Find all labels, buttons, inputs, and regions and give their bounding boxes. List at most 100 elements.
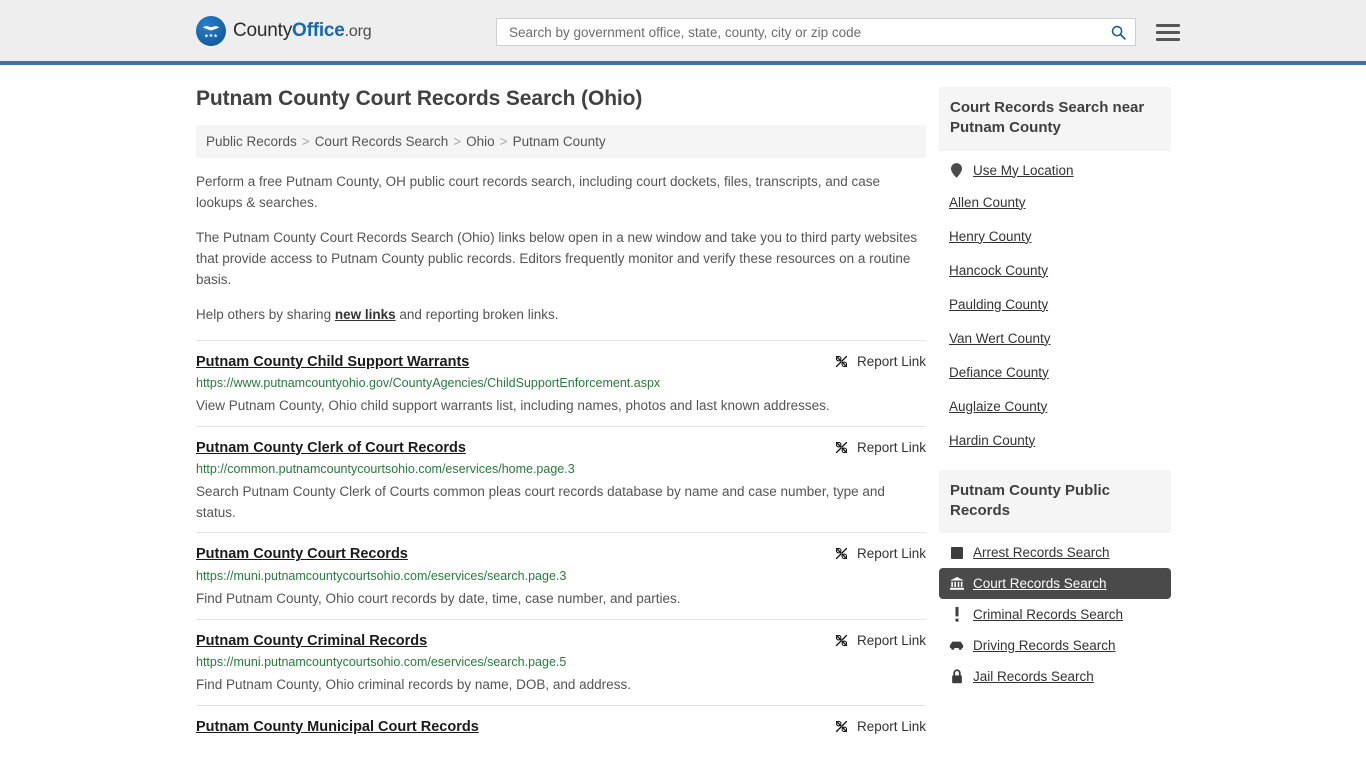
- report-link-label: Report Link: [857, 354, 926, 369]
- result-description: Find Putnam County, Ohio court records b…: [196, 589, 926, 610]
- result-title-link[interactable]: Putnam County Child Support Warrants: [196, 353, 469, 372]
- result-title-link[interactable]: Putnam County Municipal Court Records: [196, 718, 479, 737]
- intro-paragraph-3: Help others by sharing new links and rep…: [196, 305, 926, 326]
- sidebar-item-label: Driving Records Search: [973, 638, 1116, 653]
- county-link[interactable]: Defiance County: [949, 365, 1049, 380]
- sidebar-county-van-wert[interactable]: Van Wert County: [939, 322, 1171, 356]
- result-title-link[interactable]: Putnam County Criminal Records: [196, 632, 427, 651]
- lock-icon: [949, 669, 964, 684]
- sidebar-county-auglaize[interactable]: Auglaize County: [939, 390, 1171, 424]
- search-box[interactable]: [496, 18, 1136, 46]
- sidebar-item-label: Jail Records Search: [973, 669, 1094, 684]
- broken-link-icon: [834, 354, 849, 369]
- public-records-panel: Putnam County Public Records Arrest Reco…: [939, 470, 1171, 693]
- breadcrumb-item-ohio[interactable]: Ohio: [466, 134, 495, 149]
- sidebar-county-paulding[interactable]: Paulding County: [939, 288, 1171, 322]
- result-item: Putnam County Clerk of Court Records Rep…: [196, 426, 926, 533]
- page-body: Putnam County Court Records Search (Ohio…: [0, 65, 1366, 745]
- report-link-label: Report Link: [857, 633, 926, 648]
- result-url: https://muni.putnamcountycourtsohio.com/…: [196, 654, 926, 670]
- broken-link-icon: [834, 633, 849, 648]
- report-link-button[interactable]: Report Link: [834, 718, 926, 734]
- breadcrumb: Public Records > Court Records Search > Ohio…: [196, 125, 926, 158]
- intro-p3-after: and reporting broken links.: [396, 307, 559, 322]
- report-link-button[interactable]: Report Link: [834, 353, 926, 369]
- county-link[interactable]: Allen County: [949, 195, 1026, 210]
- use-my-location-label: Use My Location: [973, 163, 1074, 178]
- nearby-panel-heading: Court Records Search near Putnam County: [939, 87, 1171, 151]
- search-input[interactable]: [507, 24, 1110, 41]
- county-link[interactable]: Hancock County: [949, 263, 1048, 278]
- result-item: Putnam County Municipal Court Records Re…: [196, 705, 926, 746]
- report-link-button[interactable]: Report Link: [834, 632, 926, 648]
- sidebar-item-jail-records-search[interactable]: Jail Records Search: [939, 661, 1171, 692]
- new-links-link[interactable]: new links: [335, 307, 396, 322]
- county-link[interactable]: Paulding County: [949, 297, 1048, 312]
- result-description: Search Putnam County Clerk of Courts com…: [196, 482, 926, 524]
- hamburger-bar: [1156, 24, 1180, 27]
- hamburger-menu-icon[interactable]: [1156, 24, 1180, 41]
- report-link-label: Report Link: [857, 546, 926, 561]
- content-container: Putnam County Court Records Search (Ohio…: [196, 65, 1171, 745]
- breadcrumb-separator: >: [302, 134, 310, 149]
- hamburger-bar: [1156, 31, 1180, 34]
- result-url: https://muni.putnamcountycourtsohio.com/…: [196, 568, 926, 584]
- result-item: Putnam County Child Support Warrants Rep…: [196, 340, 926, 426]
- result-header: Putnam County Child Support Warrants Rep…: [196, 353, 926, 372]
- result-item: Putnam County Criminal Records Report Li…: [196, 619, 926, 705]
- result-description: View Putnam County, Ohio child support w…: [196, 396, 926, 417]
- breadcrumb-item-public-records[interactable]: Public Records: [206, 134, 297, 149]
- sidebar-item-arrest-records-search[interactable]: Arrest Records Search: [939, 537, 1171, 568]
- sidebar-county-hancock[interactable]: Hancock County: [939, 254, 1171, 288]
- result-header: Putnam County Criminal Records Report Li…: [196, 632, 926, 651]
- sidebar-county-allen[interactable]: Allen County: [939, 186, 1171, 220]
- use-my-location-item[interactable]: Use My Location: [939, 155, 1171, 186]
- county-link[interactable]: Hardin County: [949, 433, 1035, 448]
- main-column: Putnam County Court Records Search (Ohio…: [196, 87, 926, 745]
- sidebar-item-court-records-search[interactable]: Court Records Search: [939, 568, 1171, 599]
- logo-text-county: County: [233, 20, 292, 41]
- fingerprint-icon: [949, 545, 964, 560]
- breadcrumb-separator: >: [500, 134, 508, 149]
- report-link-button[interactable]: Report Link: [834, 439, 926, 455]
- car-icon: [949, 638, 964, 653]
- broken-link-icon: [834, 440, 849, 455]
- broken-link-icon: [834, 546, 849, 561]
- county-link[interactable]: Van Wert County: [949, 331, 1051, 346]
- site-logo[interactable]: CountyOffice.org: [196, 16, 371, 46]
- intro-text: Perform a free Putnam County, OH public …: [196, 172, 926, 326]
- sidebar-county-hardin[interactable]: Hardin County: [939, 424, 1171, 458]
- sidebar-item-criminal-records-search[interactable]: Criminal Records Search: [939, 599, 1171, 630]
- exclamation-icon: [949, 607, 964, 622]
- result-item: Putnam County Court Records Report Link …: [196, 532, 926, 618]
- county-link[interactable]: Henry County: [949, 229, 1032, 244]
- intro-paragraph-2: The Putnam County Court Records Search (…: [196, 228, 926, 291]
- public-records-panel-heading: Putnam County Public Records: [939, 470, 1171, 534]
- eagle-shield-icon: [196, 16, 226, 46]
- breadcrumb-separator: >: [453, 134, 461, 149]
- result-url: https://www.putnamcountyohio.gov/CountyA…: [196, 375, 926, 391]
- courthouse-icon: [949, 576, 964, 591]
- sidebar-item-label: Court Records Search: [973, 576, 1107, 591]
- sidebar-county-henry[interactable]: Henry County: [939, 220, 1171, 254]
- sidebar-item-driving-records-search[interactable]: Driving Records Search: [939, 630, 1171, 661]
- sidebar-county-defiance[interactable]: Defiance County: [939, 356, 1171, 390]
- breadcrumb-item-court-records-search[interactable]: Court Records Search: [315, 134, 449, 149]
- sidebar-item-label: Arrest Records Search: [973, 545, 1110, 560]
- header-search-area: [496, 18, 1180, 46]
- report-link-label: Report Link: [857, 440, 926, 455]
- intro-p3-before: Help others by sharing: [196, 307, 335, 322]
- result-title-link[interactable]: Putnam County Clerk of Court Records: [196, 439, 466, 458]
- result-title-link[interactable]: Putnam County Court Records: [196, 545, 408, 564]
- site-header: CountyOffice.org: [0, 0, 1366, 65]
- page-title: Putnam County Court Records Search (Ohio…: [196, 87, 926, 111]
- map-pin-icon: [949, 163, 964, 178]
- report-link-button[interactable]: Report Link: [834, 545, 926, 561]
- result-header: Putnam County Clerk of Court Records Rep…: [196, 439, 926, 458]
- county-link[interactable]: Auglaize County: [949, 399, 1047, 414]
- result-url: http://common.putnamcountycourtsohio.com…: [196, 461, 926, 477]
- site-logo-text: CountyOffice.org: [233, 20, 371, 42]
- search-icon[interactable]: [1110, 24, 1127, 41]
- nearby-panel-list: Use My Location Allen County Henry Count…: [939, 151, 1171, 458]
- breadcrumb-item-putnam-county[interactable]: Putnam County: [513, 134, 606, 149]
